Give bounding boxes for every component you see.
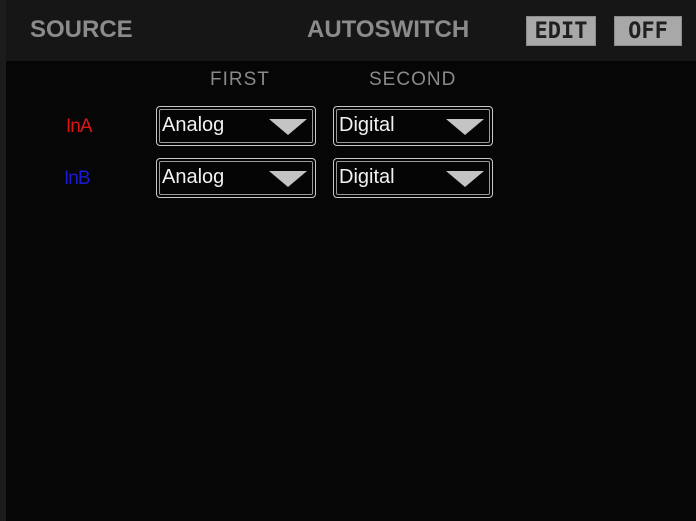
row-label-inb: InB xyxy=(64,168,91,189)
source-panel xyxy=(6,0,696,521)
ina-first-select[interactable]: Analog xyxy=(156,106,316,146)
source-title: SOURCE xyxy=(30,16,133,43)
off-toggle-button[interactable]: OFF xyxy=(614,16,682,46)
autoswitch-title: AUTOSWITCH xyxy=(307,16,470,43)
select-value: Analog xyxy=(162,114,225,136)
chevron-down-icon xyxy=(269,171,307,187)
edit-button[interactable]: EDIT xyxy=(526,16,596,46)
column-header-first: FIRST xyxy=(210,69,270,90)
select-value: Digital xyxy=(339,166,395,188)
select-value: Digital xyxy=(339,114,395,136)
chevron-down-icon xyxy=(446,119,484,135)
column-header-second: SECOND xyxy=(369,69,457,90)
select-value: Analog xyxy=(162,166,225,188)
header-bar: SOURCE AUTOSWITCH EDIT OFF xyxy=(6,0,696,61)
inb-second-select[interactable]: Digital xyxy=(333,158,493,198)
chevron-down-icon xyxy=(269,119,307,135)
inb-first-select[interactable]: Analog xyxy=(156,158,316,198)
row-label-ina: InA xyxy=(66,116,93,137)
ina-second-select[interactable]: Digital xyxy=(333,106,493,146)
chevron-down-icon xyxy=(446,171,484,187)
